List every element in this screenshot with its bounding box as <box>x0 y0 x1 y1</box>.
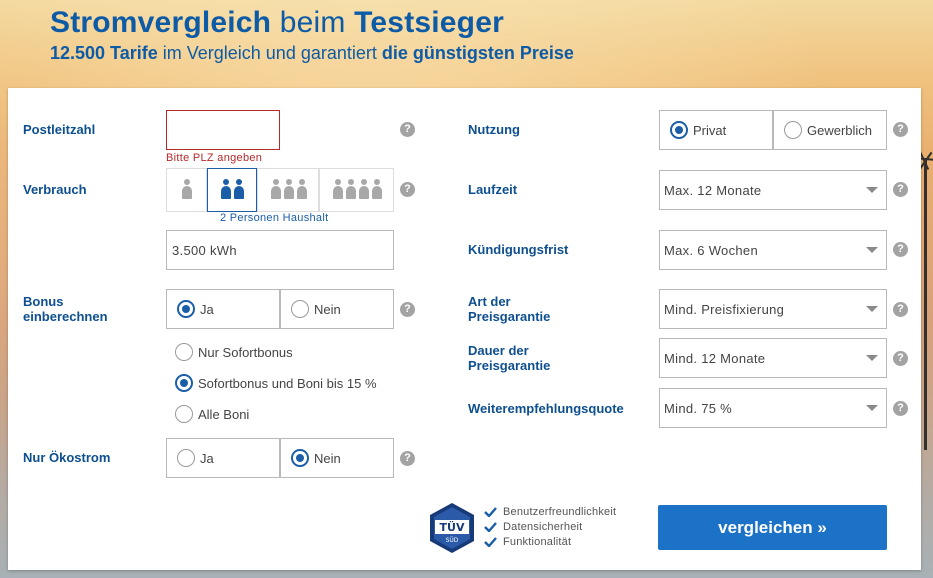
preisgarantie-dauer-select[interactable]: Mind. 12 Monate <box>659 338 887 378</box>
bonus-option-label: Nur Sofortbonus <box>198 344 293 360</box>
radio-selected-icon <box>670 121 688 139</box>
laufzeit-help-icon[interactable]: ? <box>893 182 908 197</box>
radio-empty-icon <box>175 343 193 361</box>
oekostrom-no-label: Nein <box>314 450 341 466</box>
bonus-no-option[interactable]: Nein <box>280 289 394 329</box>
checkmark-icon <box>484 506 497 517</box>
bonus-no-label: Nein <box>314 301 341 317</box>
radio-selected-icon <box>177 300 195 318</box>
bonus-yes-label: Ja <box>200 301 214 317</box>
chevron-down-icon <box>866 405 878 411</box>
oekostrom-yes-label: Ja <box>200 450 214 466</box>
laufzeit-label: Laufzeit <box>468 182 518 197</box>
bonus-option-label: Sofortbonus und Boni bis 15 % <box>198 375 377 391</box>
bonus-option-label: Alle Boni <box>198 406 250 422</box>
oekostrom-no-option[interactable]: Nein <box>280 438 394 478</box>
person-icon <box>220 179 231 201</box>
nutzung-gewerblich-option[interactable]: Gewerblich <box>773 110 887 150</box>
person-icon <box>296 179 307 201</box>
trust-item: Datensicherheit <box>484 519 616 534</box>
trust-checklist: Benutzerfreundlichkeit Datensicherheit F… <box>484 504 616 549</box>
household-3-persons[interactable] <box>257 168 319 212</box>
person-icon <box>332 179 343 201</box>
bonus-yes-option[interactable]: Ja <box>166 289 280 329</box>
plz-input[interactable] <box>166 110 280 150</box>
oekostrom-label: Nur Ökostrom <box>23 450 111 465</box>
compare-button[interactable]: vergleichen » <box>658 505 887 550</box>
nutzung-help-icon[interactable]: ? <box>893 122 908 137</box>
radio-empty-icon <box>175 405 193 423</box>
bonus-help-icon[interactable]: ? <box>400 302 415 317</box>
bonus-option-sofortbonus[interactable]: Nur Sofortbonus <box>175 343 293 361</box>
weiterempfehlung-label: Weiterempfehlungsquote <box>468 401 624 416</box>
nutzung-privat-label: Privat <box>693 122 727 138</box>
household-4-persons[interactable] <box>319 168 394 212</box>
preisgarantie-dauer-help-icon[interactable]: ? <box>893 351 908 366</box>
nutzung-label: Nutzung <box>468 122 520 137</box>
radio-empty-icon <box>784 121 802 139</box>
kwh-input[interactable]: 3.500 kWh <box>166 230 394 270</box>
weiterempfehlung-select[interactable]: Mind. 75 % <box>659 388 887 428</box>
checkmark-icon <box>484 536 497 547</box>
tuev-sued-badge: TÜV SÜD <box>430 503 474 553</box>
checkmark-icon <box>484 521 497 532</box>
person-icon <box>233 179 244 201</box>
radio-selected-icon <box>175 374 193 392</box>
comparison-form: Postleitzahl Bitte PLZ angeben ? Verbrau… <box>8 88 921 570</box>
radio-empty-icon <box>177 449 195 467</box>
oekostrom-help-icon[interactable]: ? <box>400 451 415 466</box>
kuendigung-value: Max. 6 Wochen <box>664 242 758 258</box>
kuendigung-help-icon[interactable]: ? <box>893 242 908 257</box>
oekostrom-yes-option[interactable]: Ja <box>166 438 280 478</box>
preisgarantie-art-label: Art der Preisgarantie <box>468 294 551 324</box>
plz-help-icon[interactable]: ? <box>400 122 415 137</box>
household-size-label: 2 Personen Haushalt <box>220 212 329 224</box>
laufzeit-select[interactable]: Max. 12 Monate <box>659 170 887 210</box>
kuendigung-select[interactable]: Max. 6 Wochen <box>659 230 887 270</box>
radio-selected-icon <box>291 449 309 467</box>
preisgarantie-art-value: Mind. Preisfixierung <box>664 301 785 317</box>
chevron-down-icon <box>866 306 878 312</box>
bonus-option-alle-boni[interactable]: Alle Boni <box>175 405 249 423</box>
bonus-label: Bonus einberechnen <box>23 294 108 324</box>
person-icon <box>283 179 294 201</box>
trust-item: Funktionalität <box>484 534 616 549</box>
trust-item: Benutzerfreundlichkeit <box>484 504 616 519</box>
preisgarantie-dauer-label: Dauer der Preisgarantie <box>468 343 551 373</box>
person-icon <box>270 179 281 201</box>
weiterempfehlung-help-icon[interactable]: ? <box>893 401 908 416</box>
plz-label: Postleitzahl <box>23 122 96 137</box>
verbrauch-help-icon[interactable]: ? <box>400 182 415 197</box>
laufzeit-value: Max. 12 Monate <box>664 182 762 198</box>
person-icon <box>181 179 192 201</box>
page-subtitle: 12.500 Tarife im Vergleich und garantier… <box>50 43 574 63</box>
sued-badge-text: SÜD <box>446 537 459 544</box>
tuev-badge-text: TÜV <box>440 520 465 534</box>
chevron-down-icon <box>866 187 878 193</box>
nutzung-gewerblich-label: Gewerblich <box>807 122 873 138</box>
person-icon <box>371 179 382 201</box>
chevron-down-icon <box>866 355 878 361</box>
preisgarantie-dauer-value: Mind. 12 Monate <box>664 350 766 366</box>
plz-error: Bitte PLZ angeben <box>166 152 263 164</box>
page-title: Stromvergleich beim Testsieger <box>50 6 504 39</box>
person-icon <box>345 179 356 201</box>
verbrauch-label: Verbrauch <box>23 182 87 197</box>
kuendigung-label: Kündigungsfrist <box>468 242 569 257</box>
weiterempfehlung-value: Mind. 75 % <box>664 400 733 416</box>
household-2-persons[interactable] <box>207 168 257 212</box>
bonus-option-boni-15[interactable]: Sofortbonus und Boni bis 15 % <box>175 374 377 392</box>
person-icon <box>358 179 369 201</box>
preisgarantie-art-select[interactable]: Mind. Preisfixierung <box>659 289 887 329</box>
preisgarantie-art-help-icon[interactable]: ? <box>893 302 908 317</box>
radio-empty-icon <box>291 300 309 318</box>
chevron-down-icon <box>866 247 878 253</box>
nutzung-privat-option[interactable]: Privat <box>659 110 773 150</box>
household-1-person[interactable] <box>166 168 207 212</box>
